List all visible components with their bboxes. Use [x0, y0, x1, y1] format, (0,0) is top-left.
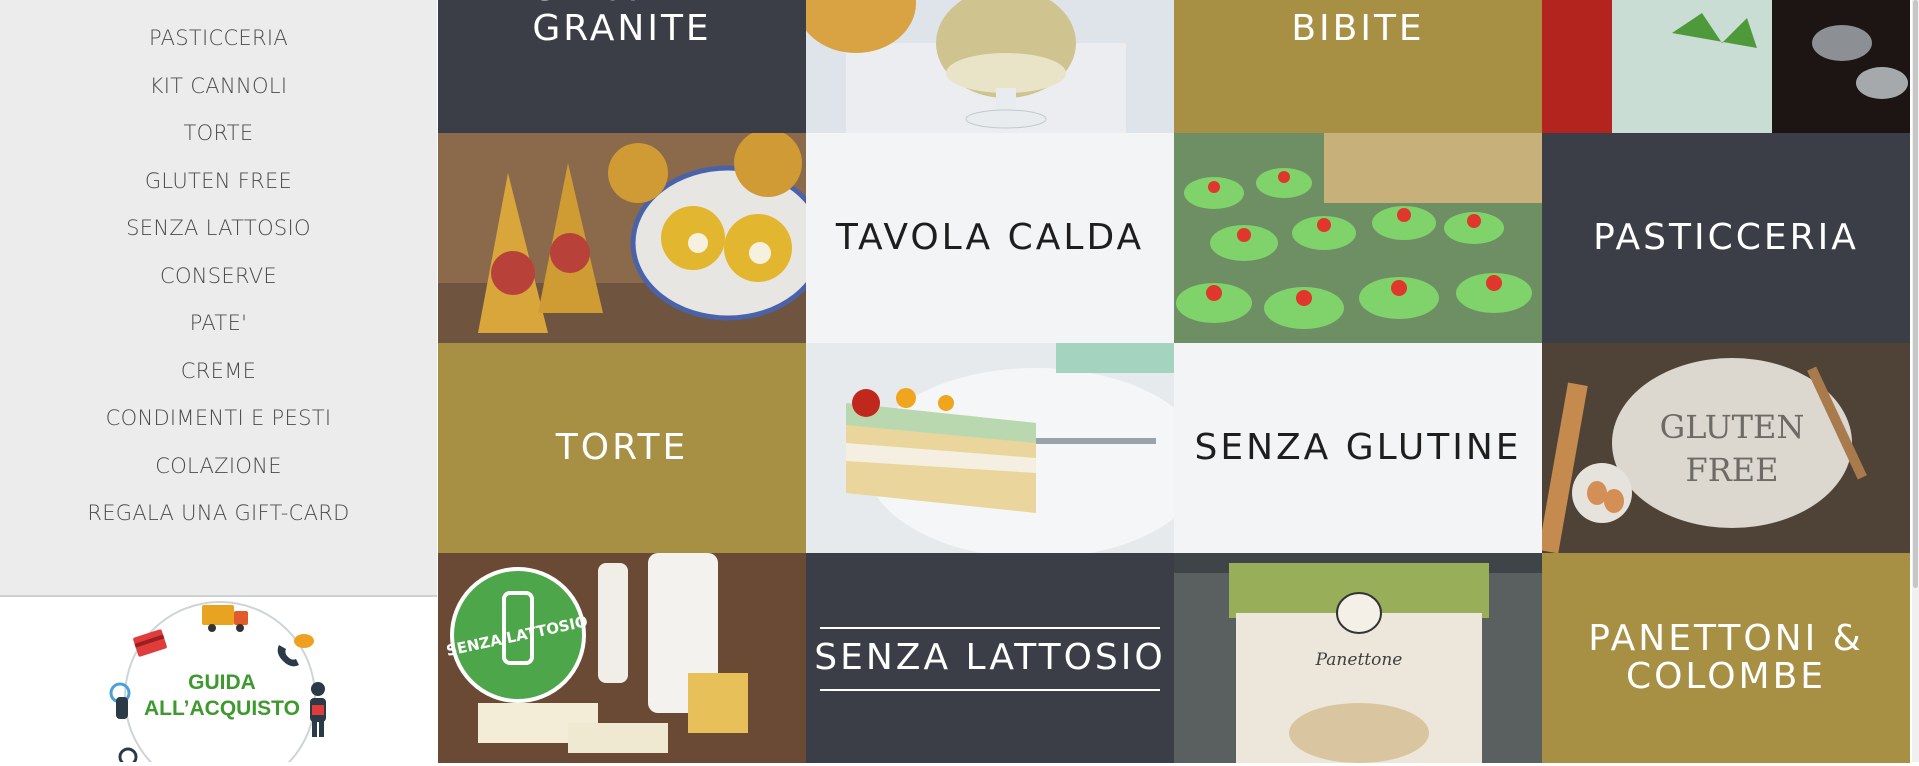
person-icon: [310, 682, 326, 737]
tile-torte[interactable]: TORTE: [438, 343, 806, 553]
tile-label: BIBITE: [1291, 8, 1425, 49]
tile-bibite[interactable]: BIBITE: [1174, 0, 1542, 133]
tile-tavola-calda[interactable]: TAVOLA CALDA: [806, 133, 1174, 343]
cassatine-photo: [1174, 133, 1542, 343]
tile-panettoni-colombe[interactable]: PANETTONI & COLOMBE: [1542, 553, 1910, 763]
title-line-bottom: [820, 689, 1160, 691]
panettone-box-photo: Panettone: [1174, 553, 1542, 763]
credit-card-icon: [133, 629, 167, 657]
tile-gelati-e-granite[interactable]: GELATI E GRANITE: [438, 0, 806, 133]
tile-senza-glutine[interactable]: SENZA GLUTINE: [1174, 343, 1542, 553]
sidebar-item-torte[interactable]: TORTE: [0, 113, 437, 161]
drinks-photo: [1542, 0, 1910, 133]
cassata-slice-photo: [806, 343, 1174, 553]
tile-label: SENZA GLUTINE: [1194, 427, 1522, 468]
truck-icon: [202, 605, 248, 632]
gluten-free-flour-photo: GLUTEN FREE: [1542, 343, 1910, 553]
sidebar-item-pasticceria[interactable]: PASTICCERIA: [0, 18, 437, 66]
tile-senza-lattosio[interactable]: SENZA LATTOSIO: [806, 553, 1174, 763]
purchase-guide-banner[interactable]: GUIDA ALL’ACQUISTO: [0, 597, 437, 766]
tile-label: SENZA LATTOSIO: [814, 637, 1166, 678]
tile-image-cassatine[interactable]: [1174, 133, 1542, 343]
sidebar-item-condimenti[interactable]: CONDIMENTI E PESTI: [0, 398, 437, 446]
tile-label-line1: PANETTONI &: [1588, 618, 1864, 659]
sidebar-item-senza-lattosio[interactable]: SENZA LATTOSIO: [0, 208, 437, 256]
gelato-cup-photo: [806, 0, 1174, 133]
sidebar-item-conserve[interactable]: CONSERVE: [0, 256, 437, 304]
sidebar-item-kit-cannoli[interactable]: KIT CANNOLI: [0, 66, 437, 114]
guide-title-line1: GUIDA: [188, 671, 256, 694]
tile-label: TORTE: [555, 427, 689, 468]
tile-label: TAVOLA CALDA: [835, 217, 1145, 258]
page-scrollbar-thumb[interactable]: [1913, 0, 1918, 588]
tile-label: PANETTONI & COLOMBE: [1542, 620, 1910, 696]
panettone-box-label: Panettone: [1315, 650, 1403, 670]
dairy-products-photo: SENZA LATTOSIO: [438, 553, 806, 763]
tile-label: GELATI E GRANITE: [530, 0, 712, 49]
sidebar-item-gift-card[interactable]: REGALA UNA GIFT-CARD: [0, 493, 437, 541]
sidebar-item-colazione[interactable]: COLAZIONE: [0, 446, 437, 494]
tile-image-senza-lattosio[interactable]: SENZA LATTOSIO: [438, 553, 806, 763]
tile-image-panettone[interactable]: Panettone: [1174, 553, 1542, 763]
purchase-guide-graphic: GUIDA ALL’ACQUISTO: [109, 601, 326, 766]
sidebar-item-gluten-free[interactable]: GLUTEN FREE: [0, 161, 437, 209]
tile-image-gelato-cup[interactable]: [806, 0, 1174, 133]
category-menu: PASTICCERIA KIT CANNOLI TORTE GLUTEN FRE…: [0, 18, 437, 541]
guide-title-line2: ALL’ACQUISTO: [144, 697, 300, 720]
tile-label-line2: COLOMBE: [1625, 656, 1827, 697]
gluten-free-flour-word2: FREE: [1685, 451, 1778, 489]
category-sidebar: PASTICCERIA KIT CANNOLI TORTE GLUTEN FRE…: [0, 0, 437, 596]
search-icon: [118, 747, 138, 766]
sidebar-item-pate[interactable]: PATE': [0, 303, 437, 351]
title-line-top: [820, 627, 1160, 629]
tile-image-arancini[interactable]: [438, 133, 806, 343]
tile-image-drinks[interactable]: [1542, 0, 1910, 133]
gluten-free-flour-word1: GLUTEN: [1660, 408, 1805, 446]
tile-label: PASTICCERIA: [1593, 217, 1859, 258]
tile-pasticceria[interactable]: PASTICCERIA: [1542, 133, 1910, 343]
sidebar-item-creme[interactable]: CREME: [0, 351, 437, 399]
arancini-photo: [438, 133, 806, 343]
tile-image-gluten-free[interactable]: GLUTEN FREE: [1542, 343, 1910, 553]
tile-image-cassata-slice[interactable]: [806, 343, 1174, 553]
